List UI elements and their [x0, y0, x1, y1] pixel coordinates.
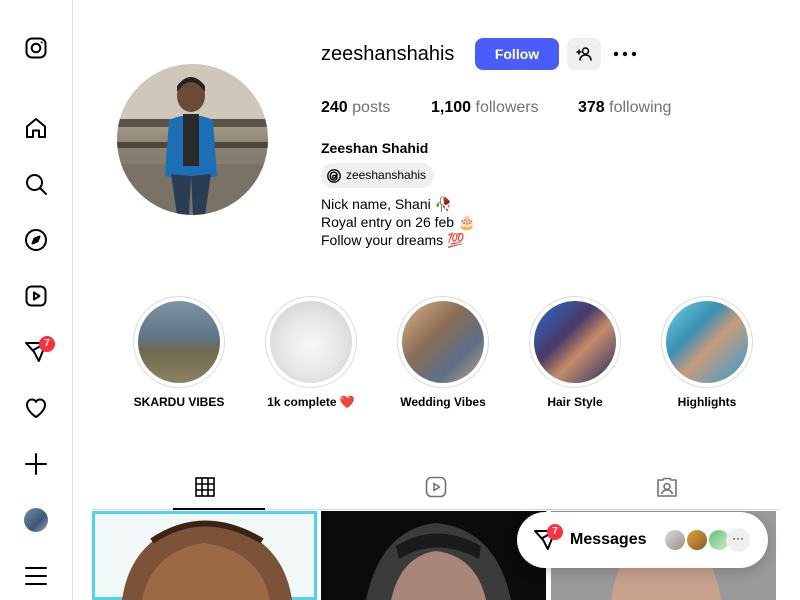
highlight-cover[interactable]	[529, 296, 621, 388]
more-dots-icon	[613, 51, 637, 57]
bio-line-1: Nick name, Shani 🥀	[321, 196, 453, 212]
bio-line-2: Royal entry on 26 feb 🎂	[321, 214, 476, 230]
bio-line-3: Follow your dreams 💯	[321, 232, 465, 248]
options-button[interactable]	[612, 43, 638, 65]
similar-accounts-button[interactable]	[567, 38, 601, 70]
chat-avatar	[685, 528, 709, 552]
tagged-icon	[657, 477, 677, 497]
tagged-tab[interactable]	[655, 475, 679, 499]
grid-icon	[195, 477, 215, 497]
follow-button[interactable]: Follow	[475, 38, 559, 70]
search-icon[interactable]	[24, 172, 48, 196]
highlight-label: Hair Style	[547, 395, 603, 409]
highlight-cover[interactable]	[265, 296, 357, 388]
messages-badge: 7	[39, 336, 55, 352]
threads-handle: zeeshanshahis	[346, 168, 427, 182]
profile-avatar[interactable]	[24, 508, 48, 532]
messages-label: Messages	[570, 531, 647, 548]
messages-bar-badge: 7	[547, 524, 563, 540]
post-thumbnail[interactable]	[321, 511, 546, 600]
add-user-icon	[576, 47, 592, 61]
reels-icon[interactable]	[24, 284, 48, 308]
highlight-item[interactable]: Hair Style	[529, 296, 621, 409]
chat-avatar	[663, 528, 687, 552]
highlight-cover[interactable]	[397, 296, 489, 388]
highlight-item[interactable]: SKARDU VIBES	[133, 296, 225, 409]
more-chats-icon: ···	[726, 528, 750, 552]
followers-count[interactable]: 1,100 followers	[431, 99, 539, 117]
sidebar-nav: 7	[0, 0, 73, 600]
highlight-label: Highlights	[677, 395, 737, 409]
following-count[interactable]: 378 following	[578, 99, 671, 117]
highlight-label: 1k complete ❤️	[267, 395, 355, 409]
highlight-label: Wedding Vibes	[400, 395, 486, 409]
highlight-item[interactable]: Highlights	[661, 296, 753, 409]
threads-link[interactable]: zeeshanshahis	[321, 163, 435, 188]
profile-username: zeeshanshahis	[321, 43, 455, 65]
posts-count: 240 posts	[321, 99, 391, 116]
active-tab-indicator	[173, 508, 265, 510]
threads-icon	[327, 168, 341, 183]
profile-picture[interactable]	[117, 64, 268, 215]
reels-tab[interactable]	[424, 475, 448, 499]
highlight-item[interactable]: 1k complete ❤️	[265, 296, 357, 409]
post-thumbnail[interactable]	[92, 511, 317, 600]
highlight-item[interactable]: Wedding Vibes	[397, 296, 489, 409]
profile-full-name: Zeeshan Shahid	[321, 140, 429, 156]
notifications-icon[interactable]	[24, 396, 48, 420]
posts-tab[interactable]	[193, 475, 217, 499]
explore-icon[interactable]	[24, 228, 48, 252]
highlight-label: SKARDU VIBES	[133, 395, 225, 409]
highlight-cover[interactable]	[661, 296, 753, 388]
instagram-logo-icon[interactable]	[24, 36, 48, 60]
more-menu-icon[interactable]	[24, 564, 48, 588]
reels-tab-icon	[425, 476, 447, 498]
home-icon[interactable]	[24, 116, 48, 140]
highlight-cover[interactable]	[133, 296, 225, 388]
create-icon[interactable]	[24, 452, 48, 476]
